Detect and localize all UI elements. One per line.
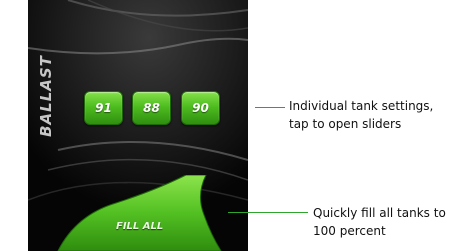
fill-all-callout-line bbox=[228, 212, 308, 213]
tank-3-button[interactable]: 90 bbox=[181, 91, 220, 125]
ballast-label: BALLAST bbox=[37, 55, 55, 137]
fill-all-shape bbox=[57, 175, 222, 251]
fill-all-button[interactable]: FILL ALL bbox=[46, 175, 226, 251]
tank-callout-text: Individual tank settings, tap to open sl… bbox=[289, 99, 434, 131]
fill-all-callout-text: Quickly fill all tanks to 100 percent bbox=[313, 206, 446, 238]
tank-callout-line bbox=[255, 107, 285, 108]
ballast-panel: BALLAST 91 88 90 FILL ALL bbox=[28, 0, 248, 251]
tank-1-button[interactable]: 91 bbox=[84, 91, 123, 125]
fill-all-label: FILL ALL bbox=[116, 221, 164, 232]
tank-2-button[interactable]: 88 bbox=[132, 91, 171, 125]
